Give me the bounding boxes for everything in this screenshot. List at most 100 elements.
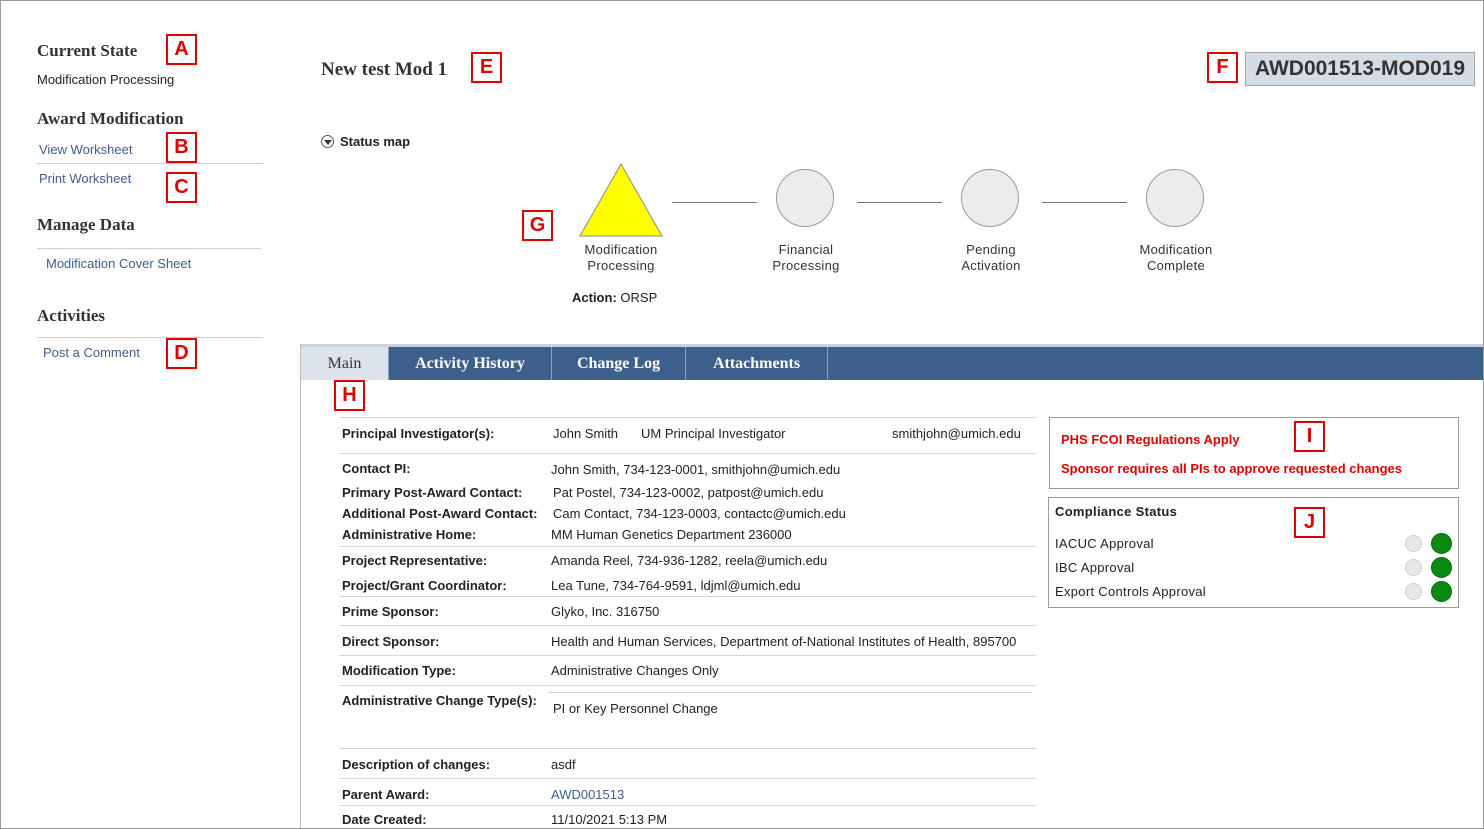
post-comment-link[interactable]: Post a Comment (43, 345, 140, 360)
callout-g: G (522, 210, 553, 241)
admin-change-type-label: Administrative Change Type(s): (342, 693, 537, 708)
callout-d: D (166, 338, 197, 369)
callout-h: H (334, 380, 365, 411)
contact-pi-value: John Smith, 734-123-0001, smithjohn@umic… (551, 462, 841, 477)
step-label-line: Activation (961, 258, 1021, 273)
date-created-label: Date Created: (342, 812, 427, 827)
status-map-toggle[interactable]: Status map (321, 134, 410, 149)
tab-activity-history[interactable]: Activity History (389, 347, 552, 380)
status-connector (672, 202, 757, 203)
action-label: Action: (572, 290, 617, 305)
notice-panel: PHS FCOI Regulations Apply Sponsor requi… (1049, 417, 1459, 489)
sidebar-divider (37, 163, 263, 164)
step-label-line: Modification (1139, 242, 1213, 257)
parent-award-link[interactable]: AWD001513 (551, 787, 624, 802)
prime-sponsor-label: Prime Sponsor: (342, 604, 439, 619)
administrative-home-value: MM Human Genetics Department 236000 (551, 527, 792, 542)
modification-cover-sheet-link[interactable]: Modification Cover Sheet (46, 256, 191, 271)
date-created-value: 11/10/2021 5:13 PM (551, 812, 668, 827)
status-connector (857, 202, 942, 203)
activities-title: Activities (37, 306, 105, 325)
row-divider (339, 655, 1036, 656)
project-representative-label: Project Representative: (342, 553, 488, 568)
status-inactive-icon (1405, 559, 1422, 576)
admin-change-type-value: PI or Key Personnel Change (553, 701, 718, 716)
compliance-item-iacuc: IACUC Approval (1055, 536, 1154, 551)
current-step-triangle-icon (579, 163, 663, 237)
additional-post-award-value: Cam Contact, 734-123-0003, contactc@umic… (553, 506, 846, 521)
status-approved-icon (1431, 557, 1452, 578)
direct-sponsor-value: Health and Human Services, Department of… (551, 634, 1017, 649)
row-divider (339, 748, 1036, 749)
callout-b: B (166, 132, 197, 163)
step-label-modification-complete: Modification Complete (1111, 242, 1241, 274)
step-label-financial-processing: Financial Processing (741, 242, 871, 274)
step-label-line: Processing (772, 258, 840, 273)
modification-type-value: Administrative Changes Only (551, 663, 719, 678)
callout-a: A (166, 34, 197, 65)
status-connector (1042, 202, 1127, 203)
callout-e: E (471, 52, 502, 83)
sidebar: Current State Modification Processing Aw… (1, 1, 301, 828)
status-approved-icon (1431, 581, 1452, 602)
view-worksheet-link[interactable]: View Worksheet (39, 142, 132, 157)
compliance-item-ibc: IBC Approval (1055, 560, 1135, 575)
row-divider (339, 685, 1036, 686)
row-divider (339, 805, 1036, 806)
compliance-status-panel: Compliance Status IACUC Approval IBC App… (1048, 497, 1459, 608)
step-label-line: Processing (587, 258, 655, 273)
record-id-badge: AWD001513-MOD019 (1245, 52, 1475, 86)
status-action: Action: ORSP (572, 290, 657, 305)
row-divider (339, 596, 1036, 597)
fcoi-notice: PHS FCOI Regulations Apply (1061, 432, 1240, 447)
current-state-value: Modification Processing (37, 72, 175, 87)
sidebar-divider (37, 337, 263, 338)
step-financial-processing-icon (776, 169, 834, 227)
administrative-home-label: Administrative Home: (342, 527, 477, 542)
grant-coordinator-label: Project/Grant Coordinator: (342, 578, 507, 593)
description-label: Description of changes: (342, 757, 491, 772)
grant-coordinator-value: Lea Tune, 734-764-9591, ldjml@umich.edu (551, 578, 801, 593)
project-representative-value: Amanda Reel, 734-936-1282, reela@umich.e… (551, 553, 828, 568)
content-border (300, 344, 301, 828)
current-state-title: Current State (37, 41, 138, 60)
status-inactive-icon (1405, 535, 1422, 552)
sponsor-approval-notice: Sponsor requires all PIs to approve requ… (1061, 461, 1402, 476)
print-worksheet-link[interactable]: Print Worksheet (39, 171, 131, 186)
step-label-line: Financial (778, 242, 834, 257)
row-divider (339, 546, 1036, 547)
pi-role: UM Principal Investigator (641, 426, 786, 441)
additional-post-award-label: Additional Post-Award Contact: (342, 506, 538, 521)
callout-f: F (1207, 52, 1238, 83)
step-label-modification-processing: Modification Processing (556, 242, 686, 274)
award-modification-title: Award Modification (37, 109, 184, 128)
pi-email: smithjohn@umich.edu (892, 426, 1021, 441)
page-frame: Current State Modification Processing Aw… (0, 0, 1484, 829)
row-divider (339, 778, 1036, 779)
status-map-label: Status map (340, 134, 411, 149)
collapse-arrow-icon (321, 135, 334, 148)
compliance-item-export-controls: Export Controls Approval (1055, 584, 1206, 599)
callout-c: C (166, 172, 197, 203)
tab-bar: Main Activity History Change Log Attachm… (301, 344, 1483, 380)
tab-attachments[interactable]: Attachments (686, 347, 828, 380)
row-divider (339, 625, 1036, 626)
step-pending-activation-icon (961, 169, 1019, 227)
pi-label: Principal Investigator(s): (342, 426, 495, 441)
row-divider (339, 417, 1036, 418)
parent-award-label: Parent Award: (342, 787, 430, 802)
step-label-pending-activation: Pending Activation (926, 242, 1056, 274)
primary-post-award-label: Primary Post-Award Contact: (342, 485, 523, 500)
status-approved-icon (1431, 533, 1452, 554)
step-label-line: Modification (584, 242, 658, 257)
row-divider (549, 692, 1032, 693)
manage-data-title: Manage Data (37, 215, 135, 234)
compliance-title: Compliance Status (1055, 504, 1178, 519)
pi-name: John Smith (553, 426, 619, 441)
tab-main[interactable]: Main (301, 347, 389, 380)
description-value: asdf (551, 757, 576, 772)
tab-change-log[interactable]: Change Log (552, 347, 686, 380)
page-title: New test Mod 1 (321, 59, 448, 80)
direct-sponsor-label: Direct Sponsor: (342, 634, 440, 649)
modification-type-label: Modification Type: (342, 663, 456, 678)
